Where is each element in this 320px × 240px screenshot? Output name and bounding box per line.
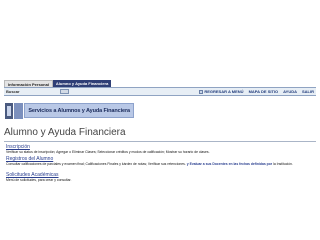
nav-exit-link[interactable]: SALIR (302, 88, 314, 95)
student-records-description: Consultar calificaciones de parciales y … (6, 162, 316, 166)
nav-return-menu-label: REGRESAR A MENÚ (204, 89, 244, 94)
logo-icon (4, 101, 23, 121)
nav-sitemap-label: MAPA DE SITIO (248, 89, 279, 94)
registration-description: Verificar su status de inscripción; Agre… (6, 150, 210, 154)
tab-personal-info[interactable]: Información Personal (4, 80, 53, 87)
academic-requests-description: Menú de solicitudes, para crear y consul… (6, 178, 72, 182)
menu-icon (199, 89, 204, 94)
search-icon[interactable] (60, 89, 69, 94)
section-academic-requests: Solicitudes Académicas Menú de solicitud… (6, 172, 316, 182)
tab-bar: Información Personal Alumno y Ayuda Fina… (4, 80, 112, 87)
section-student-records: Registros del Alumno Consultar calificac… (6, 156, 316, 166)
page-title: Alumno y Ayuda Financiera (4, 127, 126, 138)
nav-exit-label: SALIR (302, 89, 314, 94)
nav-help-label: AYUDA (283, 89, 297, 94)
navigation-bar: Buscar REGRESAR A MENÚ MAPA DE SITIO AYU… (4, 87, 316, 96)
section-registration: Inscripción Verificar su status de inscr… (6, 144, 316, 154)
banner-strip: Servicios a Alumnos y Ayuda Financiera (24, 103, 134, 118)
nav-links: REGRESAR A MENÚ MAPA DE SITIO AYUDA SALI… (199, 88, 314, 95)
student-records-description-end: la Institución. (273, 162, 293, 166)
search-label: Buscar (6, 89, 20, 94)
title-divider (4, 141, 316, 142)
tab-student-financial-aid[interactable]: Alumno y Ayuda Financiera (52, 80, 112, 87)
nav-sitemap-link[interactable]: MAPA DE SITIO (249, 88, 279, 95)
services-banner: Servicios a Alumnos y Ayuda Financiera (4, 100, 134, 121)
student-records-description-text: Consultar calificaciones de parciales y … (6, 162, 186, 166)
nav-return-menu-link[interactable]: REGRESAR A MENÚ (199, 88, 244, 95)
student-records-evaluate-text: y Evaluar a sus Docentes en las fechas d… (186, 162, 273, 166)
nav-help-link[interactable]: AYUDA (283, 88, 297, 95)
banner-title: Servicios a Alumnos y Ayuda Financiera (28, 107, 130, 114)
